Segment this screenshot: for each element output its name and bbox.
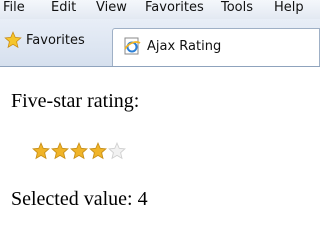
selected-value-text: Selected value: 4: [11, 188, 148, 210]
menu-view[interactable]: View: [96, 0, 127, 16]
favorites-button[interactable]: Favorites: [4, 27, 85, 53]
filled-star-icon[interactable]: [70, 142, 88, 160]
filled-star-icon[interactable]: [89, 142, 107, 160]
menu-bar: File Edit View Favorites Tools Help: [0, 0, 320, 19]
tab-title: Ajax Rating: [147, 38, 222, 54]
favorites-label: Favorites: [26, 32, 85, 48]
filled-star-icon[interactable]: [51, 142, 69, 160]
menu-edit[interactable]: Edit: [51, 0, 76, 16]
tab-ajax-rating[interactable]: Ajax Rating: [112, 28, 320, 66]
rating-heading: Five-star rating:: [11, 90, 140, 112]
star-icon: [4, 31, 22, 49]
filled-star-icon[interactable]: [32, 142, 50, 160]
menu-tools[interactable]: Tools: [221, 0, 253, 16]
menu-file[interactable]: File: [3, 0, 25, 16]
ie-page-icon: [124, 37, 141, 55]
menu-favorites[interactable]: Favorites: [145, 0, 204, 16]
empty-star-icon[interactable]: [108, 142, 126, 160]
star-rating[interactable]: [32, 142, 127, 162]
menu-help[interactable]: Help: [274, 0, 304, 16]
tab-bar: Favorites Ajax Rating: [0, 19, 320, 67]
page-content: Five-star rating: Selected value: 4: [0, 67, 320, 250]
